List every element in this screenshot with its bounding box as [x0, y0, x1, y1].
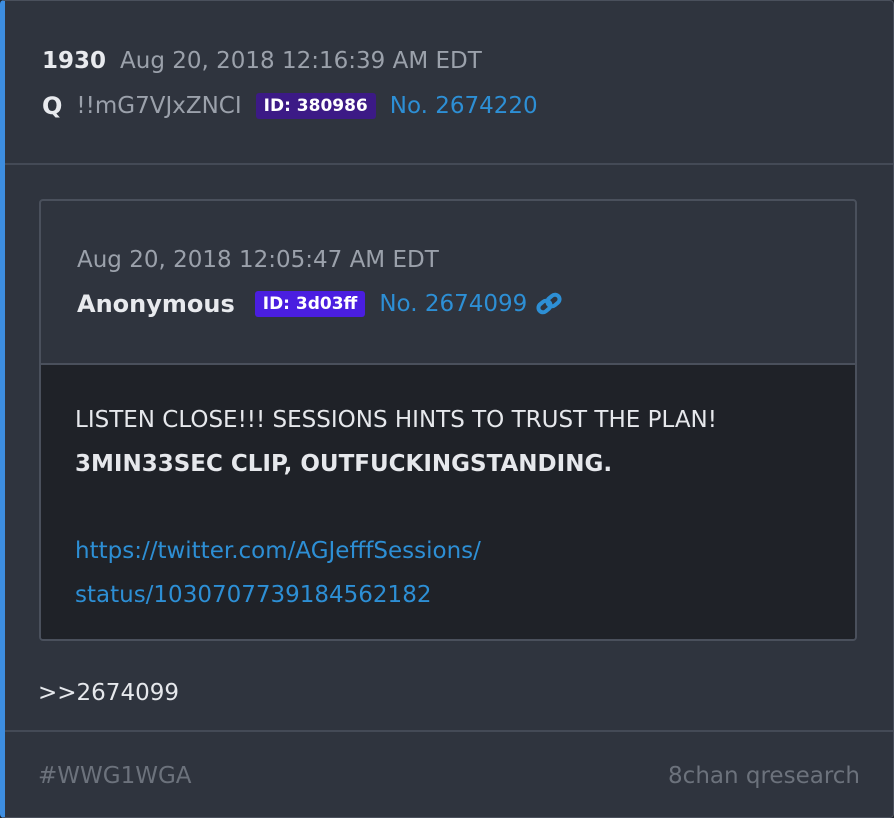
post-number-link[interactable]: No. 2674220 [390, 93, 538, 119]
quoted-post-number-link[interactable]: No. 2674099 [379, 291, 527, 317]
quoted-post-body: LISTEN CLOSE!!! SESSIONS HINTS TO TRUST … [41, 365, 855, 639]
post-timestamp: Aug 20, 2018 12:16:39 AM EDT [120, 48, 482, 74]
quoted-timestamp: Aug 20, 2018 12:05:47 AM EDT [77, 247, 439, 273]
quoted-author-row: Anonymous ID: 3d03ff No. 2674099 [77, 290, 563, 318]
quoted-post: Aug 20, 2018 12:05:47 AM EDT Anonymous I… [39, 199, 857, 641]
quoted-post-header: Aug 20, 2018 12:05:47 AM EDT Anonymous I… [41, 201, 855, 365]
quoted-line-2: 3MIN33SEC CLIP, OUTFUCKINGSTANDING. [75, 451, 613, 477]
tripcode: !!mG7VJxZNCI [76, 93, 242, 119]
quoted-id-badge[interactable]: ID: 3d03ff [254, 291, 366, 317]
hashtag: #WWG1WGA [38, 763, 192, 789]
tweet-link-line-2[interactable]: status/1030707739184562182 [75, 582, 431, 608]
post-header: 1930 Aug 20, 2018 12:16:39 AM EDT Q !!mG… [5, 1, 893, 165]
reply-reference[interactable]: >>2674099 [38, 680, 179, 706]
source-label: 8chan qresearch [668, 763, 860, 789]
id-badge[interactable]: ID: 380986 [255, 93, 376, 119]
post-meta-row: 1930 Aug 20, 2018 12:16:39 AM EDT [42, 48, 482, 74]
post-number: 1930 [42, 48, 107, 74]
quoted-author-name: Anonymous [77, 290, 235, 318]
author-name: Q [42, 92, 63, 120]
post-footer: #WWG1WGA 8chan qresearch [5, 730, 893, 817]
quoted-line-1: LISTEN CLOSE!!! SESSIONS HINTS TO TRUST … [75, 407, 717, 433]
tweet-link-line-1[interactable]: https://twitter.com/AGJefffSessions/ [75, 538, 481, 564]
link-icon[interactable] [535, 291, 563, 317]
quoted-meta-row: Aug 20, 2018 12:05:47 AM EDT [77, 247, 439, 273]
post-card: 1930 Aug 20, 2018 12:16:39 AM EDT Q !!mG… [0, 0, 894, 818]
post-author-row: Q !!mG7VJxZNCI ID: 380986 No. 2674220 [42, 92, 538, 120]
